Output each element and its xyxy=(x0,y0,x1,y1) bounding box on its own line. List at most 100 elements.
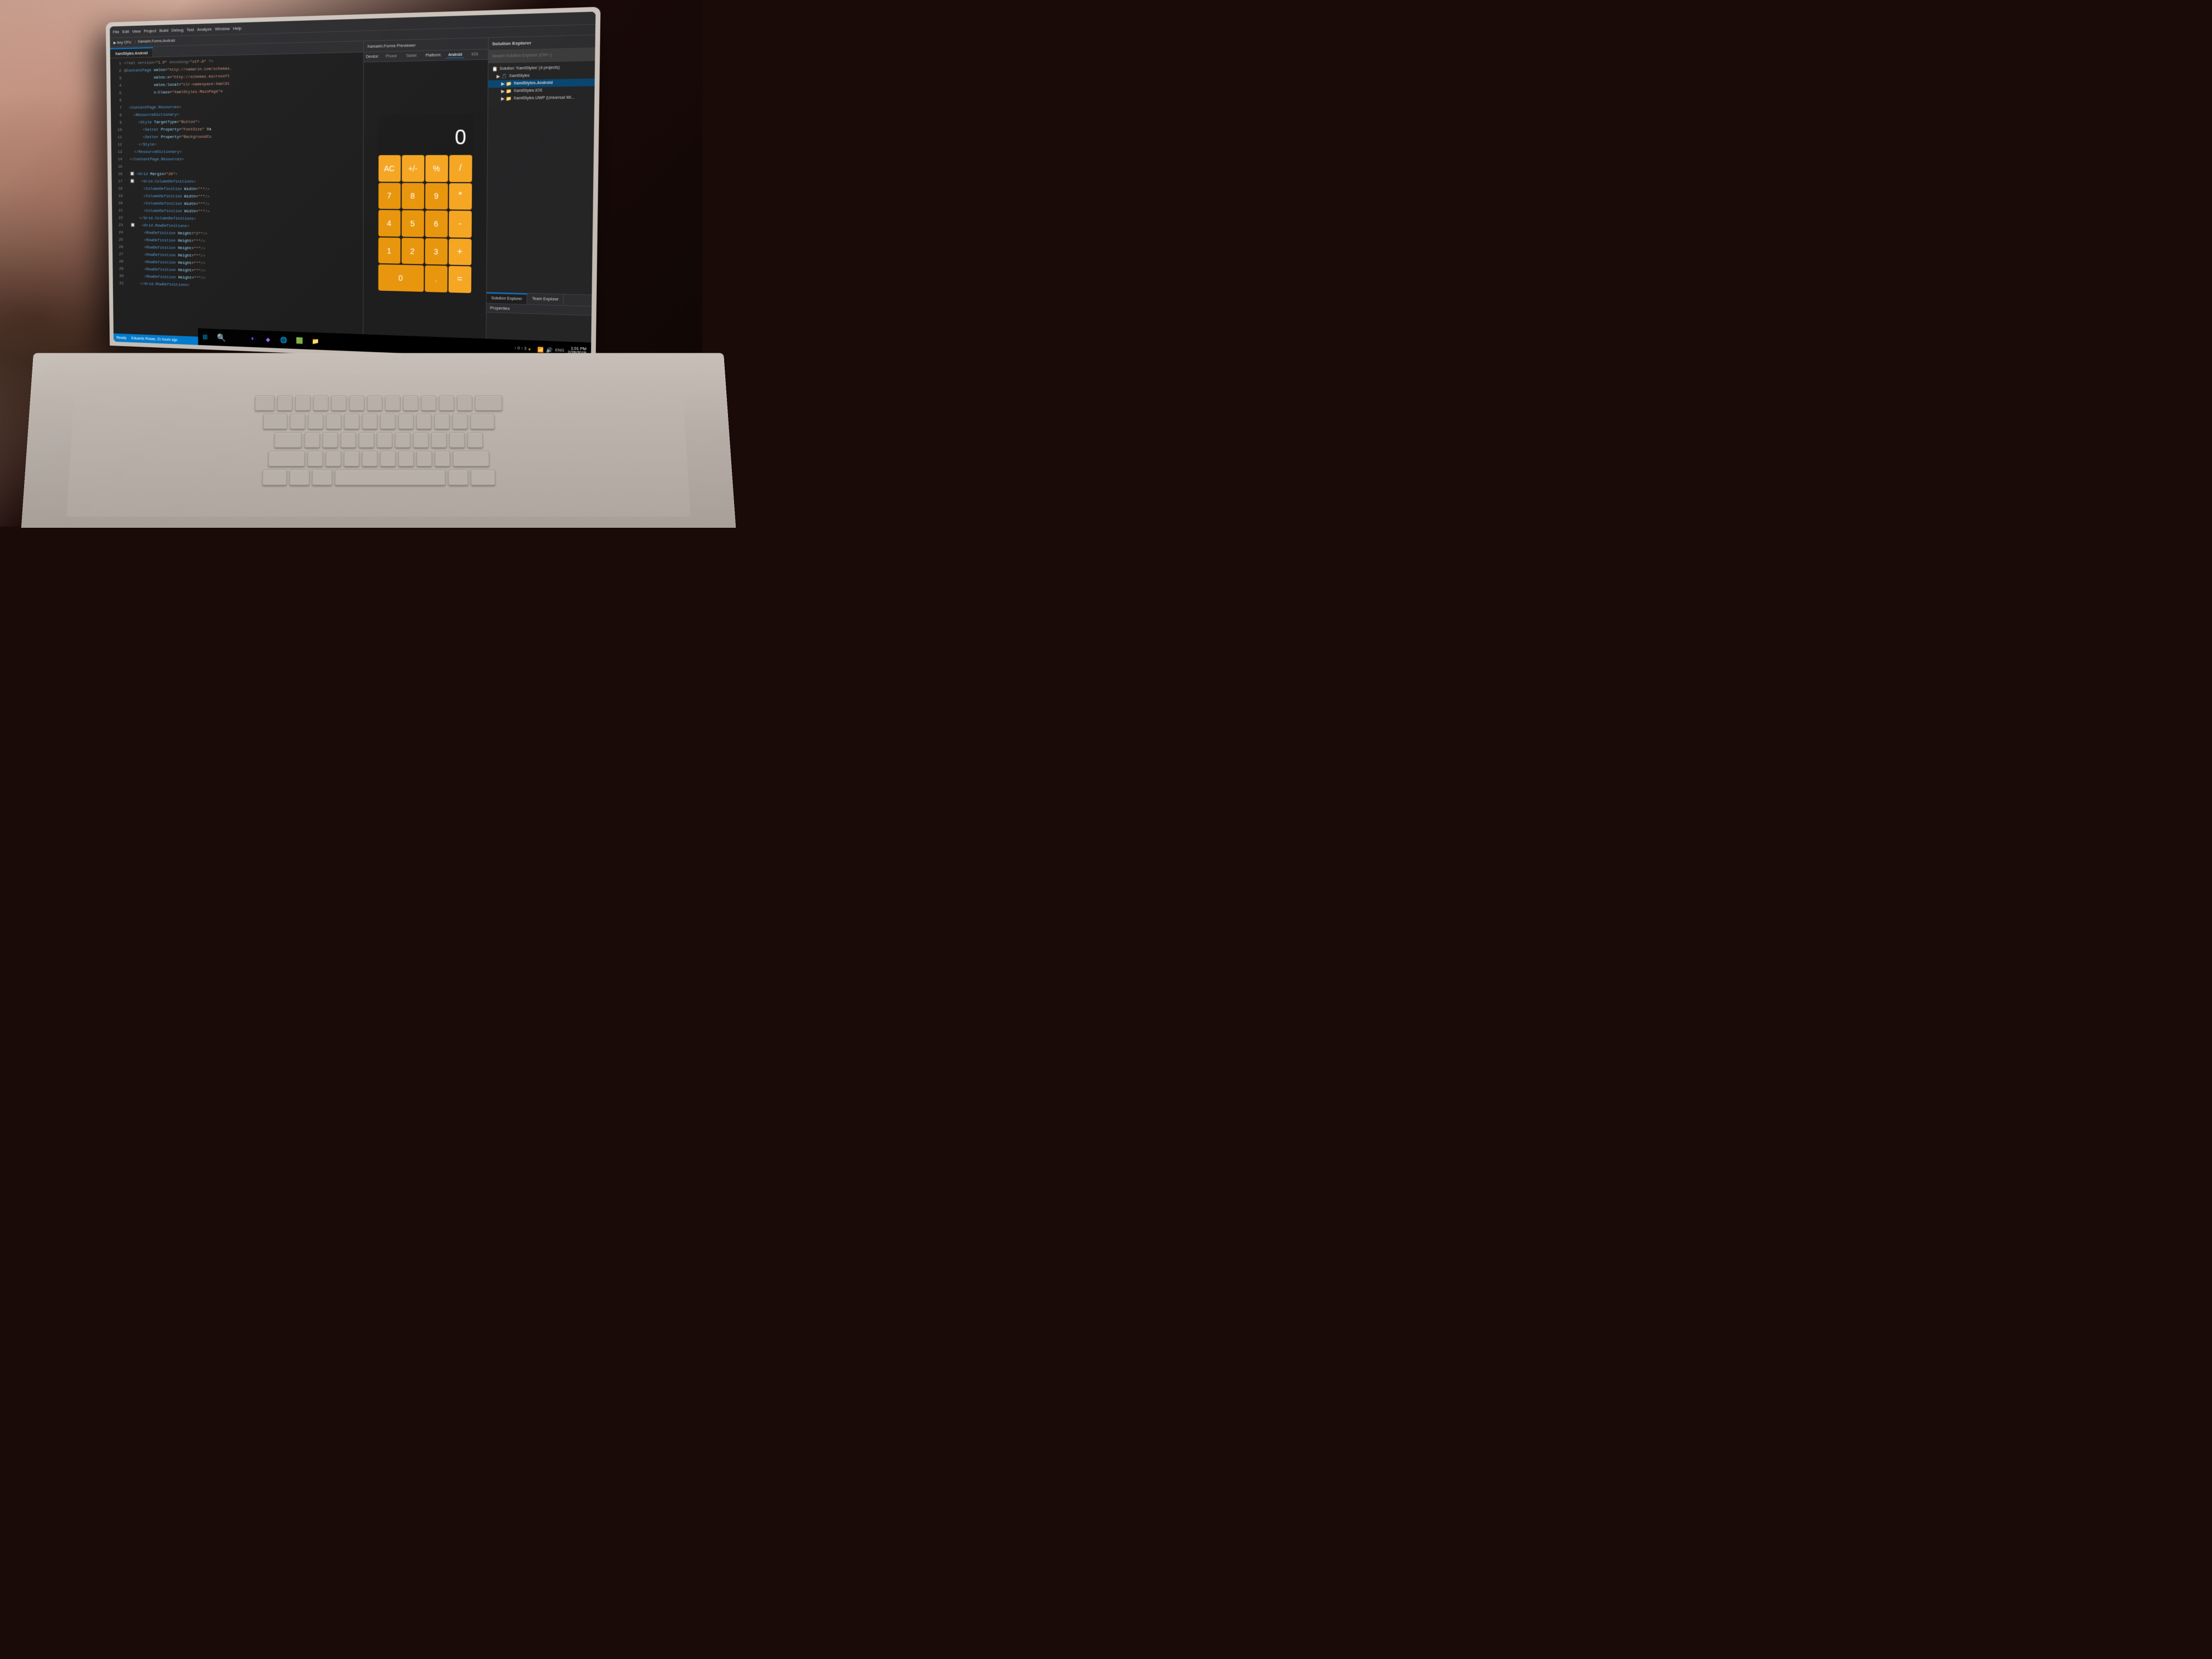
taskbar-taskview[interactable]: 🗔 xyxy=(230,330,244,346)
enter-key[interactable] xyxy=(470,414,494,429)
se-tab-solution-explorer[interactable]: Solution Explorer xyxy=(487,292,527,304)
key[interactable] xyxy=(290,414,305,429)
calc-btn-8[interactable]: 8 xyxy=(402,183,424,210)
calc-btn-divide[interactable]: / xyxy=(449,155,472,182)
taskbar-vs[interactable]: ♦ xyxy=(245,331,260,346)
taskbar-store[interactable]: 🟩 xyxy=(292,333,307,348)
device-phone[interactable]: Phone xyxy=(383,54,399,59)
calc-btn-0[interactable]: 0 xyxy=(378,264,424,292)
backspace-key[interactable] xyxy=(475,396,502,410)
calc-btn-2[interactable]: 2 xyxy=(401,238,424,264)
calc-btn-multiply[interactable]: * xyxy=(449,183,472,210)
calc-btn-4[interactable]: 4 xyxy=(378,210,400,236)
key[interactable] xyxy=(304,432,320,448)
key[interactable] xyxy=(359,432,374,448)
key[interactable] xyxy=(331,396,346,410)
key[interactable] xyxy=(325,451,341,466)
menu-test[interactable]: Test xyxy=(187,27,194,32)
capslock-key[interactable] xyxy=(274,432,302,448)
menu-debug[interactable]: Debug xyxy=(171,27,183,32)
calc-btn-3[interactable]: 3 xyxy=(425,238,447,265)
key[interactable] xyxy=(416,451,432,466)
ctrl-right-key[interactable] xyxy=(471,470,495,485)
key[interactable] xyxy=(295,396,311,410)
tab-key[interactable] xyxy=(263,414,287,429)
calc-btn-percent[interactable]: % xyxy=(425,155,448,182)
calc-btn-subtract[interactable]: - xyxy=(449,211,472,238)
menu-file[interactable]: File xyxy=(113,30,120,35)
key[interactable] xyxy=(403,396,419,410)
taskbar-folder[interactable]: 📁 xyxy=(308,334,323,349)
start-button[interactable]: ⊞ xyxy=(198,328,212,346)
menu-analyze[interactable]: Analyze xyxy=(197,27,212,32)
key[interactable] xyxy=(377,432,392,448)
calc-btn-equals[interactable]: = xyxy=(448,266,471,293)
menu-project[interactable]: Project xyxy=(144,29,156,33)
key[interactable] xyxy=(434,414,449,429)
calc-btn-5[interactable]: 5 xyxy=(402,210,424,237)
calc-btn-ac[interactable]: AC xyxy=(378,155,400,182)
taskbar-ie[interactable]: 🌐 xyxy=(276,332,291,347)
key[interactable] xyxy=(307,451,323,466)
key[interactable] xyxy=(435,451,450,466)
key[interactable] xyxy=(313,396,329,410)
key[interactable] xyxy=(457,396,472,410)
key[interactable] xyxy=(367,396,382,410)
key[interactable] xyxy=(398,451,414,466)
ctrl-key[interactable] xyxy=(262,470,287,485)
platform-ios[interactable]: iOS xyxy=(469,52,481,58)
device-tablet[interactable]: Tablet xyxy=(404,53,419,59)
calc-btn-dot[interactable]: . xyxy=(425,266,447,292)
key[interactable] xyxy=(349,396,364,410)
spacebar-key[interactable] xyxy=(335,470,445,485)
platform-android[interactable]: Android xyxy=(446,52,465,58)
se-search-input[interactable] xyxy=(492,52,591,58)
se-uwp-project[interactable]: ▶ 📁 XamlStyles.UWP (Universal Wi... xyxy=(488,94,595,103)
menu-window[interactable]: Window xyxy=(215,26,230,32)
key[interactable] xyxy=(398,414,413,429)
key[interactable] xyxy=(362,414,377,429)
key[interactable] xyxy=(277,396,292,410)
alt-key[interactable] xyxy=(312,470,332,485)
key[interactable] xyxy=(395,432,410,448)
toolbar-debug-btn[interactable]: ▶ Any CPU xyxy=(112,40,133,46)
key[interactable] xyxy=(380,451,396,466)
menu-build[interactable]: Build xyxy=(159,28,168,33)
key[interactable] xyxy=(449,432,465,448)
calc-btn-7[interactable]: 7 xyxy=(378,183,400,209)
key[interactable] xyxy=(421,396,436,410)
key[interactable] xyxy=(308,414,323,429)
calc-btn-1[interactable]: 1 xyxy=(378,238,400,264)
menu-edit[interactable]: Edit xyxy=(122,29,129,34)
taskbar-vs2[interactable]: ◆ xyxy=(261,331,275,347)
key[interactable] xyxy=(416,414,431,429)
key[interactable] xyxy=(362,451,377,466)
key[interactable] xyxy=(341,432,356,448)
key[interactable] xyxy=(323,432,338,448)
calc-btn-plusminus[interactable]: +/- xyxy=(402,155,424,182)
menu-help[interactable]: Help xyxy=(233,26,242,31)
alt-right-key[interactable] xyxy=(448,470,468,485)
key[interactable] xyxy=(380,414,395,429)
taskbar-search[interactable]: 🔍 xyxy=(215,330,229,345)
key[interactable] xyxy=(452,414,467,429)
win-key[interactable] xyxy=(289,470,309,485)
key[interactable] xyxy=(343,451,359,466)
key[interactable] xyxy=(255,396,274,410)
shift-key[interactable] xyxy=(268,451,304,466)
calc-btn-9[interactable]: 9 xyxy=(425,183,448,210)
key[interactable] xyxy=(439,396,454,410)
calc-btn-6[interactable]: 6 xyxy=(425,211,447,238)
code-content[interactable]: 1 <?xml version="1.0" encoding="utf-8" ?… xyxy=(110,52,363,296)
key[interactable] xyxy=(385,396,400,410)
key[interactable] xyxy=(431,432,447,448)
editor-tab-active[interactable]: XamlStyles.Android xyxy=(110,47,154,58)
menu-view[interactable]: View xyxy=(132,29,141,34)
calc-btn-add[interactable]: + xyxy=(448,239,471,266)
key[interactable] xyxy=(467,432,483,448)
shift-right-key[interactable] xyxy=(453,451,489,466)
key[interactable] xyxy=(413,432,428,448)
key[interactable] xyxy=(344,414,359,429)
se-tab-team-explorer[interactable]: Team Explorer xyxy=(527,294,564,305)
key[interactable] xyxy=(326,414,341,429)
